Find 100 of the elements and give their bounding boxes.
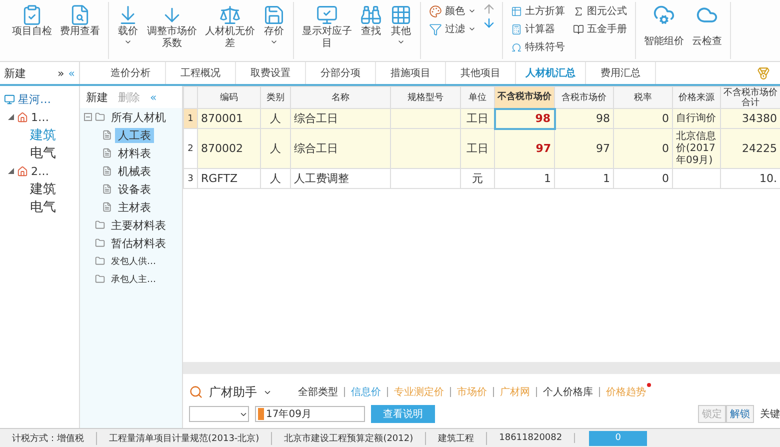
tree-item[interactable]: 主材表	[115, 200, 154, 214]
column-header[interactable]: 规格型号	[390, 86, 460, 108]
period-field[interactable]: 17年09月	[255, 406, 365, 422]
tab[interactable]: 分部分项	[306, 62, 376, 84]
tree-item[interactable]: 人工表	[115, 128, 154, 142]
expanded-triangle-icon[interactable]	[8, 114, 14, 120]
tab[interactable]: 费用汇总	[586, 62, 656, 84]
tree-item[interactable]: 承包人主…	[108, 272, 159, 286]
table-cell: 人	[260, 128, 290, 168]
toolbar-button[interactable]: 人材机无价差	[203, 2, 257, 52]
status-counter: 0	[589, 430, 648, 446]
table-cell: 870002	[198, 128, 260, 168]
tab[interactable]: 造价分析	[96, 62, 166, 84]
table-cell: 人	[260, 168, 290, 188]
table-cell: 0	[614, 108, 672, 128]
column-header[interactable]: 名称	[290, 86, 390, 108]
helper-title[interactable]: 广材助手	[209, 384, 257, 400]
toolbar-button[interactable]: 过滤	[427, 20, 478, 38]
filter-icon	[429, 22, 442, 36]
cloud-icon	[653, 4, 675, 26]
dropdown[interactable]	[189, 406, 249, 422]
filter-link[interactable]: 个人价格库	[543, 385, 593, 399]
tree-item[interactable]: 2…	[31, 164, 49, 178]
table-cell: 24225	[720, 128, 780, 168]
document-icon	[102, 130, 112, 140]
column-header[interactable]: 不含税市场价	[494, 86, 554, 108]
tree-item[interactable]: 所有人材机	[108, 110, 169, 124]
tree-item[interactable]: 暂估材料表	[108, 236, 169, 250]
column-header[interactable]: 税率	[614, 86, 672, 108]
status-item: 计税方式：增值税	[0, 432, 97, 444]
table-cell: 0	[614, 128, 672, 168]
tab[interactable]: 措施项目	[376, 62, 446, 84]
tree-item[interactable]: 电气	[30, 144, 56, 162]
table-cell: 人工费调整	[290, 168, 390, 188]
tree-item[interactable]: 主要材料表	[108, 218, 169, 232]
unlock-button[interactable]: 解锁	[726, 405, 754, 423]
arrow-up-icon[interactable]	[482, 2, 496, 16]
toolbar-button[interactable]: 智能组价	[642, 2, 686, 50]
tree-item[interactable]: 电气	[30, 198, 56, 216]
toolbar-button[interactable]: 其他	[388, 2, 414, 48]
tab[interactable]: 工程概况	[166, 62, 236, 84]
scale-icon	[219, 4, 241, 26]
expand-toggle[interactable]: »	[58, 66, 64, 80]
column-header[interactable]: 不含税市场价合计	[720, 86, 780, 108]
toolbar-button[interactable]: 图元公式	[571, 2, 629, 20]
tree-item[interactable]: 建筑	[30, 126, 56, 144]
toolbar-button[interactable]: 查找	[358, 2, 384, 40]
tree-item[interactable]: 星河…	[18, 92, 51, 106]
row-number: 1	[184, 108, 198, 128]
caret-icon	[468, 25, 476, 33]
toolbar-button[interactable]: 存价	[261, 2, 287, 48]
monitor-icon	[316, 4, 338, 26]
arrow-down-icon[interactable]	[482, 16, 496, 30]
table-cell[interactable]: 97	[494, 128, 554, 168]
column-header[interactable]: 类别	[260, 86, 290, 108]
tab[interactable]: 其他项目	[446, 62, 516, 84]
clipboard-check-icon	[21, 4, 43, 26]
monitor-icon	[4, 94, 15, 104]
toolbar-button[interactable]: 显示对应子目	[300, 2, 354, 52]
toolbar-button[interactable]: 云检查	[690, 2, 724, 50]
table-cell: 工日	[460, 128, 494, 168]
new-button[interactable]: 新建	[86, 90, 108, 104]
toolbar-button[interactable]: 调整市场价系数	[145, 2, 199, 52]
new-menu[interactable]: 新建	[4, 66, 26, 80]
expanded-triangle-icon[interactable]	[8, 168, 14, 174]
toolbar-button[interactable]: 五金手册	[571, 20, 629, 38]
toolbar-button[interactable]: 土方折算	[509, 2, 567, 20]
folder-icon	[95, 112, 105, 122]
table-cell: 人	[260, 108, 290, 128]
tree-item[interactable]: 机械表	[115, 164, 154, 178]
tab[interactable]: 人材机汇总	[516, 62, 586, 84]
tree-item[interactable]: 建筑	[30, 180, 56, 198]
tree-item[interactable]: 1…	[31, 110, 49, 124]
toolbar-button[interactable]: 计算器	[509, 20, 567, 38]
column-header[interactable]: 编码	[198, 86, 260, 108]
toolbar-button[interactable]: 颜色	[427, 2, 478, 20]
collapse-icon[interactable]	[84, 113, 92, 121]
tab[interactable]: 取费设置	[236, 62, 306, 84]
table-icon	[511, 6, 522, 16]
table-cell[interactable]: 98	[494, 108, 554, 128]
column-header[interactable]: 价格来源	[672, 86, 720, 108]
column-header[interactable]: 单位	[460, 86, 494, 108]
column-header[interactable]: 含税市场价	[554, 86, 614, 108]
palette-icon	[429, 4, 442, 18]
status-item: 建筑工程	[426, 432, 488, 444]
table-cell: 1	[554, 168, 614, 188]
toolbar-button[interactable]: 项目自检	[10, 2, 54, 40]
toolbar-button[interactable]: 特殊符号	[509, 38, 567, 56]
filter-link[interactable]: 全部类型	[298, 385, 338, 399]
scrollbar[interactable]	[183, 362, 780, 374]
document-search-icon	[69, 4, 91, 26]
table-cell[interactable]: 1	[494, 168, 554, 188]
toolbar-button[interactable]: 载价	[115, 2, 141, 48]
binoculars-icon	[360, 4, 382, 26]
table-cell: 北京信息价(2017年09月)	[672, 128, 720, 168]
table-cell: 综合工日	[290, 108, 390, 128]
tree-item[interactable]: 设备表	[115, 182, 154, 196]
toolbar-button[interactable]: 费用查看	[58, 2, 102, 40]
tree-item[interactable]: 材料表	[115, 146, 154, 160]
tree-item[interactable]: 发包人供…	[108, 254, 159, 268]
